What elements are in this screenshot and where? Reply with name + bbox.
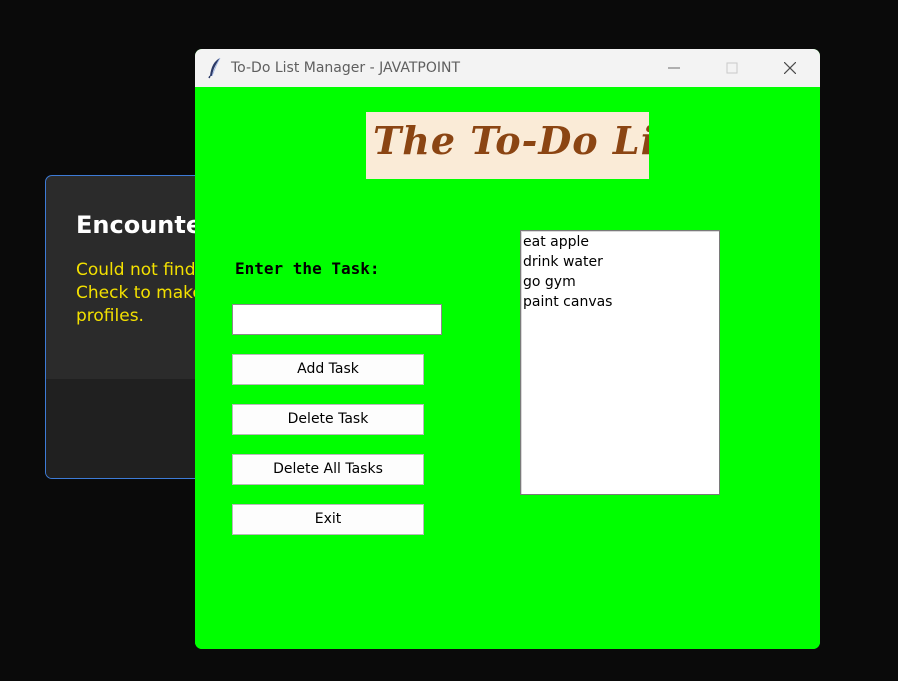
- maximize-button[interactable]: [708, 49, 754, 87]
- banner-title: The To-Do List: [373, 118, 649, 163]
- list-item[interactable]: paint canvas: [523, 292, 717, 312]
- delete-task-button[interactable]: Delete Task: [232, 404, 424, 435]
- maximize-icon: [726, 62, 738, 74]
- list-item[interactable]: go gym: [523, 272, 717, 292]
- exit-button[interactable]: Exit: [232, 504, 424, 535]
- list-item[interactable]: eat apple: [523, 232, 717, 252]
- add-task-button[interactable]: Add Task: [232, 354, 424, 385]
- minimize-button[interactable]: [650, 49, 696, 87]
- desktop: Encountere Could not find y Check to mak…: [0, 0, 898, 681]
- title-bar[interactable]: To-Do List Manager - JAVATPOINT: [195, 49, 820, 87]
- task-input[interactable]: [232, 304, 442, 335]
- close-button[interactable]: [766, 49, 812, 87]
- app-content: The To-Do List Enter the Task: Add Task …: [195, 87, 820, 649]
- task-label: Enter the Task:: [235, 259, 380, 278]
- list-item[interactable]: drink water: [523, 252, 717, 272]
- minimize-icon: [668, 67, 680, 69]
- todo-window: To-Do List Manager - JAVATPOINT The To-D…: [195, 49, 820, 649]
- dialog-message: Could not find y Check to make profiles.: [76, 260, 211, 326]
- window-title: To-Do List Manager - JAVATPOINT: [231, 60, 460, 76]
- delete-all-tasks-button[interactable]: Delete All Tasks: [232, 454, 424, 485]
- close-icon: [784, 62, 796, 74]
- banner: The To-Do List: [366, 112, 649, 179]
- feather-icon: [207, 57, 223, 79]
- task-listbox[interactable]: eat apple drink water go gym paint canva…: [520, 230, 720, 495]
